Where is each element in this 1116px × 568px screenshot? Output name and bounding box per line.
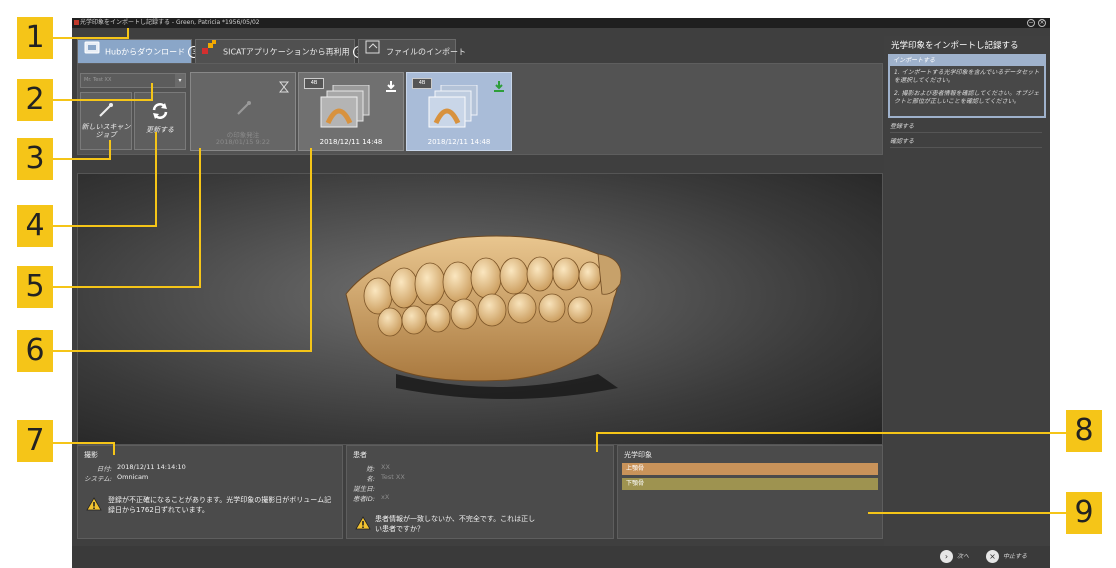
callout-7: 7 <box>17 420 53 462</box>
callout-1: 1 <box>17 17 53 59</box>
callout-leader-lines <box>40 28 1072 514</box>
callout-5: 5 <box>17 266 53 308</box>
callout-2: 2 <box>17 79 53 121</box>
callout-8: 8 <box>1066 410 1102 452</box>
callout-4: 4 <box>17 205 53 247</box>
callout-3: 3 <box>17 138 53 180</box>
callout-6: 6 <box>17 330 53 372</box>
callout-9: 9 <box>1066 492 1102 534</box>
